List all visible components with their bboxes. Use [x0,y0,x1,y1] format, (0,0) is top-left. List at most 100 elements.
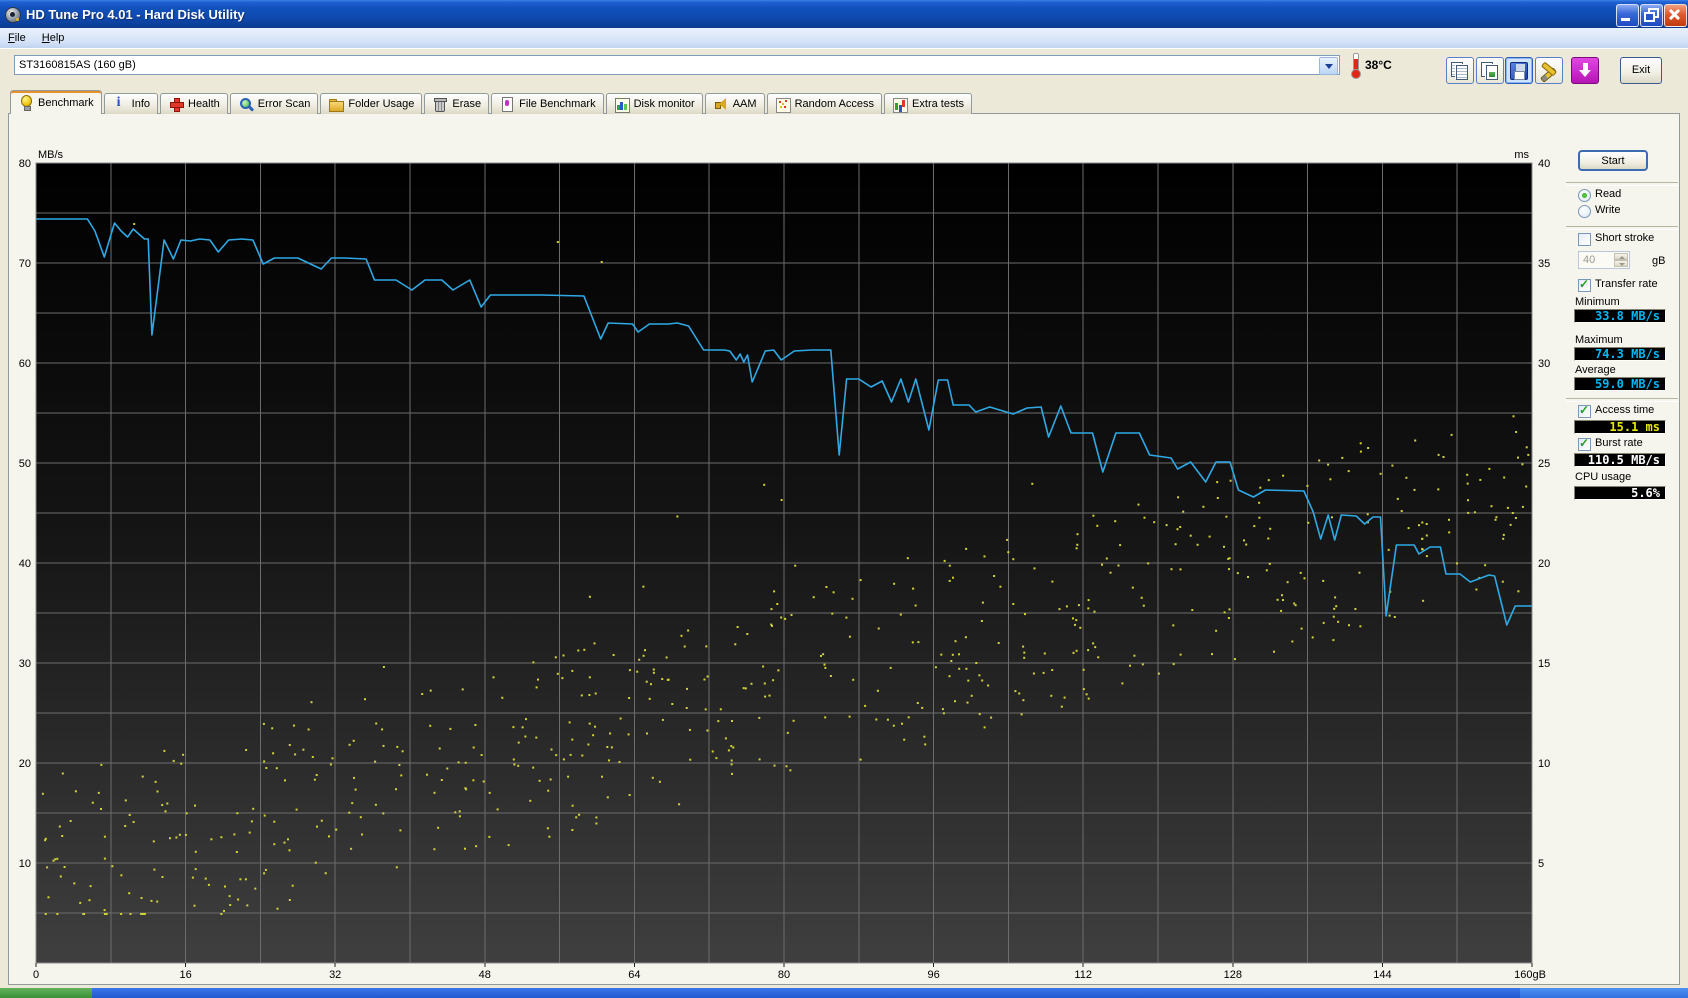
menu-item-help[interactable]: Help [34,30,73,46]
tab-label: AAM [732,98,757,110]
options-button[interactable] [1535,57,1563,84]
axis-tick-label: 32 [329,969,341,981]
burst-rate-label: Burst rate [1595,437,1643,449]
spin-up-icon[interactable] [1614,253,1628,260]
copy-text-button[interactable] [1446,57,1474,84]
folder-icon [328,97,345,112]
benchmark-chart: MB/s ms80706050403020104035302520151050 16… [19,149,1551,981]
axis-tick-label: 64 [628,969,640,981]
axis-tick-label: 70 [19,258,31,270]
average-value: 59.0 MB/s [1574,377,1666,391]
copy-icon [1450,61,1470,80]
tab-erase[interactable]: Erase [424,93,490,114]
axis-tick-label: 20 [1538,558,1550,570]
tab-disk-monitor[interactable]: Disk monitor [605,93,703,114]
average-label: Average [1575,364,1616,376]
app-window: HD Tune Pro 4.01 - Hard Disk Utility Fil… [0,0,1688,988]
save-button[interactable] [1505,57,1533,84]
copy-image-icon [1480,61,1500,80]
minimum-value: 33.8 MB/s [1574,309,1666,323]
benchmark-icon [18,95,34,111]
transfer-rate-label: Transfer rate [1595,278,1658,290]
start-button[interactable]: Start [1578,150,1648,171]
tab-error-scan[interactable]: Error Scan [229,93,319,114]
exit-button[interactable]: Exit [1620,57,1662,84]
tab-benchmark[interactable]: Benchmark [10,90,102,114]
tab-aam[interactable]: AAM [704,93,765,114]
update-button[interactable] [1571,57,1599,84]
erase-icon [432,97,448,112]
tab-label: Error Scan [257,98,311,110]
toolbar: ST3160815AS (160 gB) 38°C Exit [0,48,1688,91]
left-axis-unit: MB/s [38,149,64,161]
temperature-label: 38°C [1365,58,1392,72]
tab-label: Extra tests [912,98,965,110]
error-scan-icon [238,97,254,112]
axis-tick-label: 0 [33,969,39,981]
start-menu-sliver[interactable] [0,988,92,998]
write-radio[interactable] [1578,205,1591,218]
tab-label: Disk monitor [633,98,695,110]
menu-bar: File Help [0,28,1688,48]
close-button[interactable] [1664,4,1687,27]
short-stroke-size-stepper[interactable]: 40 [1578,251,1630,269]
short-stroke-checkbox[interactable] [1578,233,1591,246]
access-time-checkbox[interactable] [1578,403,1591,418]
right-axis-unit: ms [1514,149,1529,161]
tools-icon [1539,61,1559,80]
tab-file-benchmark[interactable]: File Benchmark [491,93,604,114]
burst-rate-checkbox[interactable] [1578,436,1591,451]
axis-tick-label: 30 [19,658,31,670]
divider [1566,226,1678,230]
info-icon [112,95,128,112]
axis-tick-label: 128 [1224,969,1242,981]
tab-info[interactable]: Info [103,93,158,114]
write-label: Write [1595,204,1621,216]
tab-label: Folder Usage [348,98,415,110]
tab-label: Random Access [794,98,875,110]
restore-button[interactable] [1640,4,1663,27]
axis-tick-label: 35 [1538,258,1550,270]
drive-selector-value: ST3160815AS (160 gB) [19,59,136,71]
tab-health[interactable]: Health [160,93,228,114]
read-radio[interactable] [1578,189,1591,202]
copy-image-button[interactable] [1476,57,1504,84]
burst-rate-value: 110.5 MB/s [1574,453,1666,467]
transfer-rate-checkbox[interactable] [1578,277,1591,292]
tab-folder-usage[interactable]: Folder Usage [320,93,423,114]
spin-down-icon[interactable] [1614,260,1628,267]
axis-tick-label: 80 [19,158,31,170]
minimum-label: Minimum [1575,296,1620,308]
health-icon [168,97,184,112]
x-axis-ticks [35,963,1533,967]
tab-label: Erase [452,98,482,110]
tab-random-access[interactable]: Random Access [766,93,883,114]
axis-tick-label: 30 [1538,358,1550,370]
axis-tick-label: 10 [19,858,31,870]
access-time-value: 15.1 ms [1574,420,1666,434]
chevron-down-icon[interactable] [1319,57,1338,75]
tab-label: Health [188,98,220,110]
short-stroke-unit: gB [1652,255,1666,267]
save-icon [1509,61,1529,80]
divider [1566,182,1678,186]
menu-item-file[interactable]: File [0,30,34,46]
thermometer-icon [1350,53,1361,79]
short-stroke-label: Short stroke [1595,232,1655,244]
title-bar[interactable]: HD Tune Pro 4.01 - Hard Disk Utility [0,0,1688,28]
cpu-usage-value: 5.6% [1574,486,1666,500]
maximum-label: Maximum [1575,334,1623,346]
minimize-button[interactable] [1616,4,1639,27]
axis-tick-label: 144 [1373,969,1391,981]
short-stroke-size-value: 40 [1583,254,1596,266]
taskbar-button-sliver[interactable] [1520,988,1688,998]
tab-extra-tests[interactable]: Extra tests [884,93,973,114]
aam-icon [713,97,729,112]
taskbar[interactable] [0,988,1688,998]
axis-tick-label: 80 [778,969,790,981]
file-benchmark-icon [499,96,515,112]
drive-selector[interactable]: ST3160815AS (160 gB) [14,55,1340,75]
random-access-icon [775,97,791,113]
axis-tick-label: 15 [1538,658,1550,670]
extra-tests-icon [892,97,909,113]
